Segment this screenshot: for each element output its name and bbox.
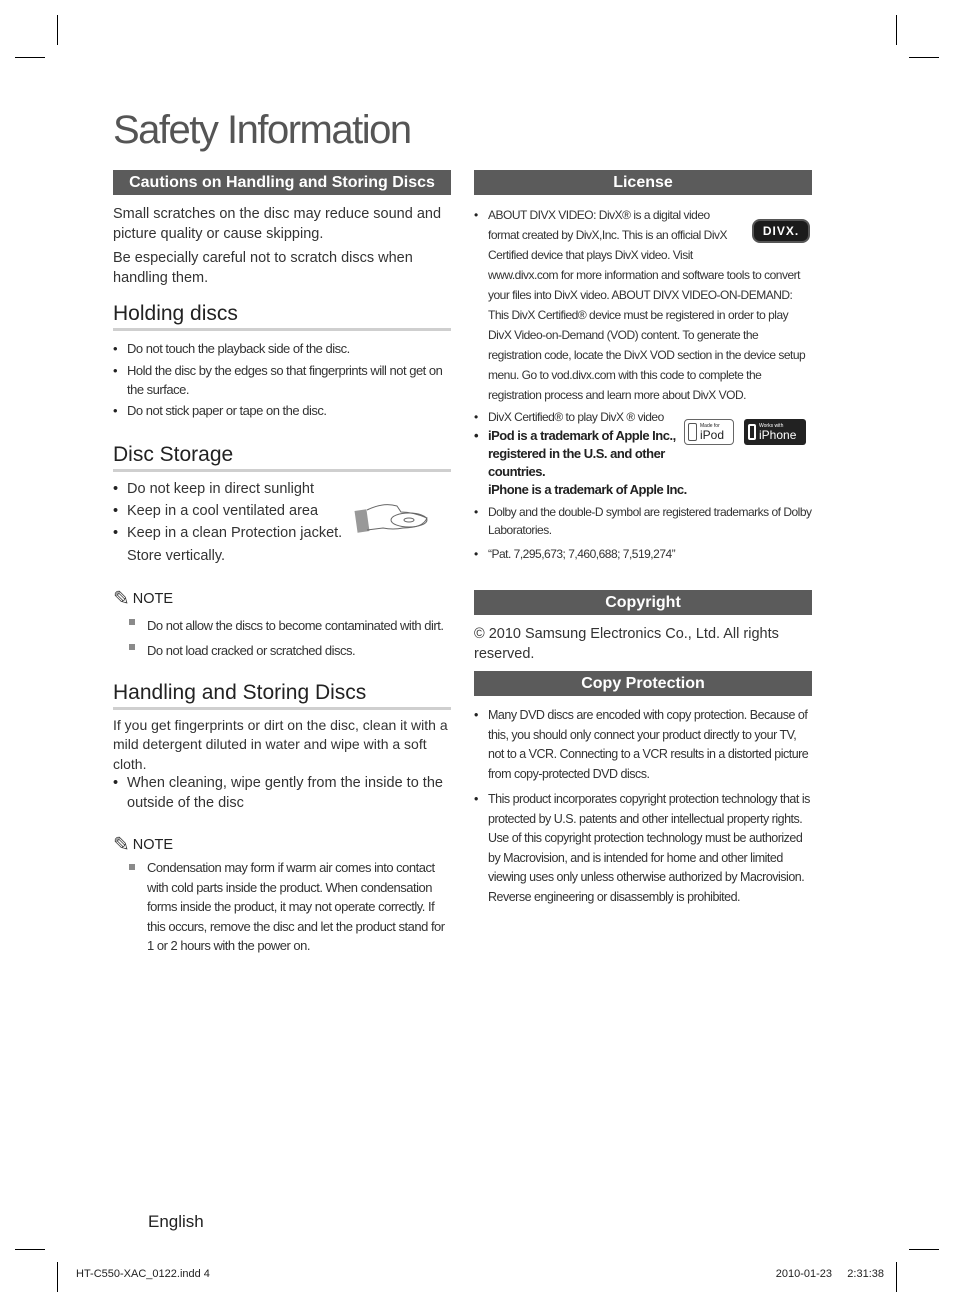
- iphone-trademark-text: iPhone is a trademark of Apple Inc.: [488, 482, 687, 497]
- made-for-ipod-badge: Made for iPod: [684, 419, 734, 445]
- heading-holding-discs: Holding discs: [113, 302, 451, 331]
- crop-mark: [15, 57, 45, 58]
- iphone-badge-text: Works with iPhone: [759, 423, 796, 441]
- storage-extra: Store vertically.: [127, 548, 226, 564]
- slug-date: 2010-01-23: [775, 1268, 833, 1280]
- handling-paragraph: If you get fingerprints or dirt on the d…: [113, 716, 448, 772]
- list-item: Do not allow the discs to become contami…: [113, 613, 451, 638]
- crop-mark: [909, 1249, 939, 1250]
- works-with-iphone-badge: Works with iPhone: [744, 419, 806, 445]
- apple-trademark-text: iPod is a trademark of Apple Inc., regis…: [488, 428, 676, 479]
- list-item: Hold the disc by the edges so that finge…: [113, 361, 451, 399]
- pencil-note-icon: ✎: [113, 834, 130, 856]
- list-item: This product incorporates copyright prot…: [474, 790, 812, 907]
- pencil-note-icon: ✎: [113, 587, 130, 610]
- handling-list: When cleaning, wipe gently from the insi…: [113, 774, 451, 813]
- crop-mark: [909, 57, 939, 58]
- crop-mark: [15, 1249, 45, 1250]
- slug-time: 2:31:38: [847, 1268, 884, 1280]
- note-label: NOTE: [132, 837, 174, 853]
- list-item: Do not touch the playback side of the di…: [113, 339, 451, 359]
- license-list: ABOUT DIVX VIDEO: DivX® is a digital vid…: [474, 205, 812, 564]
- heading-handling-storing: Handling and Storing Discs: [113, 681, 451, 710]
- list-item: Do not load cracked or scratched discs.: [113, 638, 451, 663]
- logo-spacer: [742, 205, 812, 247]
- crop-mark: [896, 1262, 897, 1292]
- left-column: Cautions on Handling and Storing Discs S…: [113, 170, 451, 956]
- crop-mark: [57, 15, 58, 45]
- section-bar-cautions: Cautions on Handling and Storing Discs: [113, 170, 451, 195]
- section-bar-copyright: Copyright: [474, 590, 812, 615]
- section-bar-license: License: [474, 170, 812, 195]
- heading-disc-storage: Disc Storage: [113, 443, 451, 472]
- page-title: Safety Information: [113, 108, 412, 152]
- note2-list: Condensation may form if warm air comes …: [113, 858, 451, 956]
- list-item: ABOUT DIVX VIDEO: DivX® is a digital vid…: [474, 205, 812, 405]
- iphone-badge-big: iPhone: [759, 428, 797, 442]
- section-bar-copy-protection: Copy Protection: [474, 671, 812, 696]
- list-item: When cleaning, wipe gently from the insi…: [113, 774, 451, 813]
- note-heading: ✎ NOTE: [113, 835, 451, 855]
- holding-list: Do not touch the playback side of the di…: [113, 339, 451, 421]
- ipod-badge-text: Made for iPod: [700, 423, 724, 441]
- apple-badges: Made for iPod Works with iPhone: [684, 419, 806, 445]
- crop-mark: [896, 15, 897, 45]
- footer-language: English: [148, 1212, 204, 1231]
- note-label: NOTE: [132, 590, 174, 607]
- right-column: License DIVX. ABOUT DIVX VIDEO: DivX® is…: [474, 170, 812, 907]
- copyright-text: © 2010 Samsung Electronics Co., Ltd. All…: [474, 626, 779, 662]
- cautions-paragraph-1: Small scratches on the disc may reduce s…: [113, 206, 442, 242]
- note-heading: ✎ NOTE: [113, 589, 451, 609]
- list-item: Many DVD discs are encoded with copy pro…: [474, 706, 812, 784]
- ipod-badge-big: iPod: [700, 428, 725, 442]
- note1-list: Do not allow the discs to become contami…: [113, 613, 451, 663]
- copy-protection-list: Many DVD discs are encoded with copy pro…: [474, 706, 812, 907]
- list-item: Do not keep in direct sunlight: [113, 478, 451, 500]
- slug-filename: HT-C550-XAC_0122.indd 4: [76, 1268, 210, 1280]
- hand-holding-disc-icon: [354, 504, 428, 533]
- ipod-icon: [688, 423, 697, 441]
- iphone-icon: [748, 424, 756, 440]
- crop-mark: [57, 1262, 58, 1292]
- list-item: “Pat. 7,295,673; 7,460,688; 7,519,274”: [474, 544, 812, 564]
- list-item: Do not stick paper or tape on the disc.: [113, 401, 451, 421]
- slug-timestamp: 2010-01-23 2:31:38: [776, 1268, 884, 1280]
- list-item: Dolby and the double-D symbol are regist…: [474, 503, 812, 539]
- list-item: Condensation may form if warm air comes …: [113, 858, 451, 956]
- cautions-paragraph-2: Be especially careful not to scratch dis…: [113, 250, 413, 286]
